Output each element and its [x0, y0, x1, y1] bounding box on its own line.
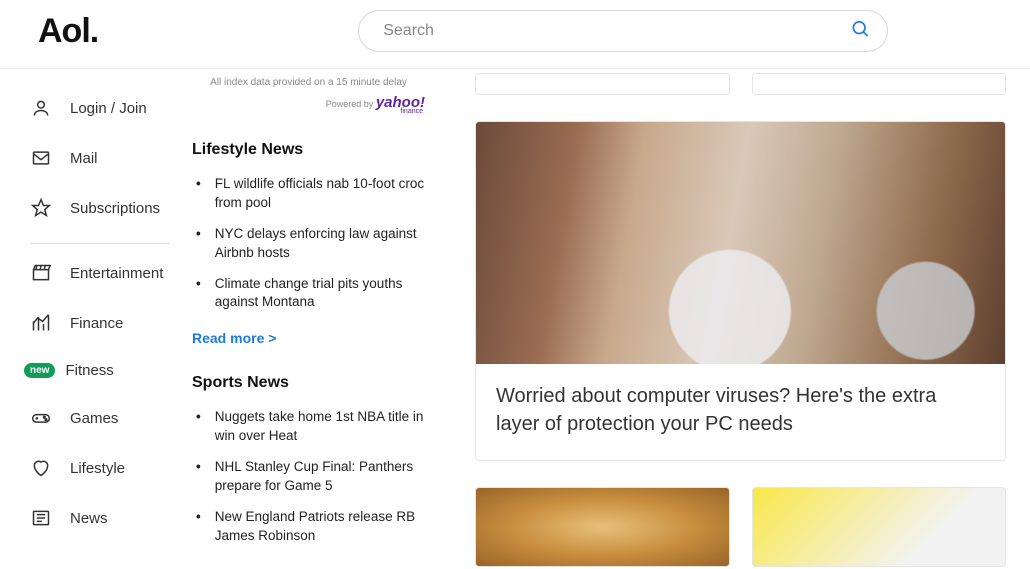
news-item[interactable]: Climate change trial pits youths against… [192, 269, 425, 319]
top-cards-row [475, 73, 1006, 95]
lifestyle-news-list: FL wildlife officials nab 10-foot croc f… [192, 169, 425, 318]
clapper-icon [30, 262, 52, 284]
nav-login[interactable]: Login / Join [30, 83, 180, 133]
main: Login / Join Mail Subscriptions Entertai… [0, 69, 1030, 567]
powered-by: Powered by yahoo! finance [192, 94, 425, 115]
hero-card[interactable]: Worried about computer viruses? Here's t… [475, 121, 1006, 461]
news-item[interactable]: New England Patriots release RB James Ro… [192, 502, 425, 552]
nav-games[interactable]: Games [30, 393, 180, 443]
index-delay-note: All index data provided on a 15 minute d… [192, 77, 425, 88]
news-item[interactable]: NYC delays enforcing law against Airbnb … [192, 219, 425, 269]
heart-icon [30, 457, 52, 479]
chart-icon [30, 312, 52, 334]
nav-fitness[interactable]: new Fitness [30, 348, 180, 393]
nav-label: Finance [70, 315, 123, 332]
nav-divider [30, 243, 170, 244]
sidebar: Login / Join Mail Subscriptions Entertai… [0, 69, 180, 567]
hero-title: Worried about computer viruses? Here's t… [476, 364, 1005, 460]
header: Aol. [0, 0, 1030, 69]
middle-column: All index data provided on a 15 minute d… [180, 69, 445, 567]
nav-finance[interactable]: Finance [30, 298, 180, 348]
nav-label: Lifestyle [70, 460, 125, 477]
aol-logo[interactable]: Aol. [38, 12, 98, 51]
news-item[interactable]: NHL Stanley Cup Final: Panthers prepare … [192, 452, 425, 502]
bottom-card[interactable] [752, 487, 1007, 567]
sports-news-title: Sports News [192, 374, 425, 392]
nav-lifestyle[interactable]: Lifestyle [30, 443, 180, 493]
news-item[interactable]: Nuggets take home 1st NBA title in win o… [192, 402, 425, 452]
news-icon [30, 507, 52, 529]
star-icon [30, 197, 52, 219]
search-input[interactable] [358, 10, 888, 52]
nav-news[interactable]: News [30, 493, 180, 543]
gamepad-icon [30, 407, 52, 429]
nav-entertainment[interactable]: Entertainment [30, 248, 180, 298]
nav-label: Games [70, 410, 118, 427]
content-column: Worried about computer viruses? Here's t… [445, 69, 1030, 567]
nav-label: Mail [70, 150, 98, 167]
powered-prefix: Powered by [326, 99, 374, 109]
nav-label: News [70, 510, 108, 527]
nav-mail[interactable]: Mail [30, 133, 180, 183]
top-card[interactable] [752, 73, 1007, 95]
lifestyle-news-title: Lifestyle News [192, 141, 425, 159]
nav-subscriptions[interactable]: Subscriptions [30, 183, 180, 233]
new-badge: new [24, 363, 55, 378]
sports-news-list: Nuggets take home 1st NBA title in win o… [192, 402, 425, 551]
search-icon[interactable] [850, 19, 870, 44]
hero-image [476, 122, 1005, 364]
news-item[interactable]: FL wildlife officials nab 10-foot croc f… [192, 169, 425, 219]
read-more-link[interactable]: Read more > [192, 330, 276, 346]
bottom-card[interactable] [475, 487, 730, 567]
nav-label: Subscriptions [70, 200, 160, 217]
top-card[interactable] [475, 73, 730, 95]
search-wrap [358, 10, 888, 52]
nav-label: Login / Join [70, 100, 147, 117]
user-icon [30, 97, 52, 119]
bottom-cards-row [475, 487, 1006, 567]
mail-icon [30, 147, 52, 169]
nav-label: Entertainment [70, 265, 163, 282]
nav-label: Fitness [65, 362, 113, 379]
